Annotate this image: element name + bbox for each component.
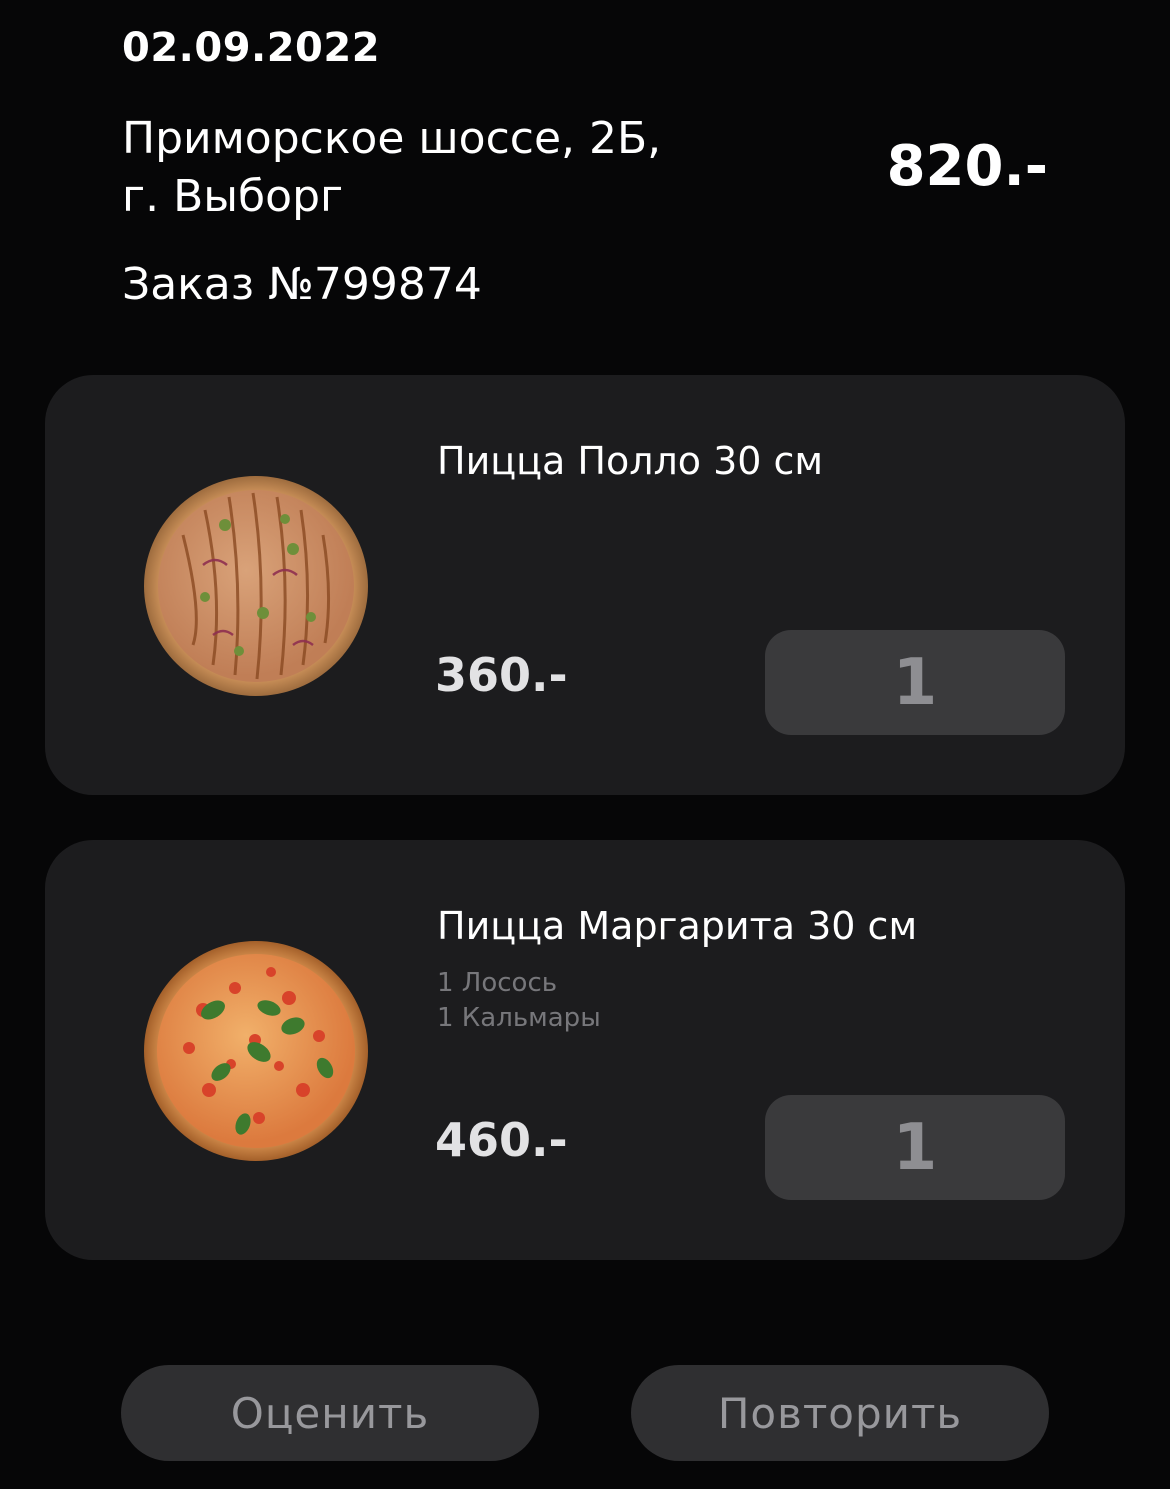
rate-button[interactable]: Оценить [121,1365,539,1461]
order-item-card[interactable]: Пицца Полло 30 см 360.- 1 [45,375,1125,795]
address-street: Приморское шоссе, 2Б, [122,113,662,164]
address-city: г. Выборг [122,171,344,222]
pizza-pollo-icon [143,475,369,697]
pizza-margherita-icon [143,940,369,1162]
item-price: 360.- [435,648,568,702]
item-price: 460.- [435,1113,568,1167]
order-address: Приморское шоссе, 2Б, г. Выборг [122,110,762,226]
item-modifiers: 1 Лосось 1 Кальмары [437,966,601,1036]
modifier: 1 Лосось [437,968,558,998]
item-name: Пицца Маргарита 30 см [437,904,918,948]
repeat-button[interactable]: Повторить [631,1365,1049,1461]
order-number: Заказ №799874 [122,259,482,310]
order-item-card[interactable]: Пицца Маргарита 30 см 1 Лосось 1 Кальмар… [45,840,1125,1260]
quantity-field[interactable]: 1 [765,1095,1065,1200]
modifier: 1 Кальмары [437,1003,601,1033]
item-name: Пицца Полло 30 см [437,439,824,483]
quantity-field[interactable]: 1 [765,630,1065,735]
order-date: 02.09.2022 [122,25,381,71]
order-total: 820.- [886,134,1048,199]
